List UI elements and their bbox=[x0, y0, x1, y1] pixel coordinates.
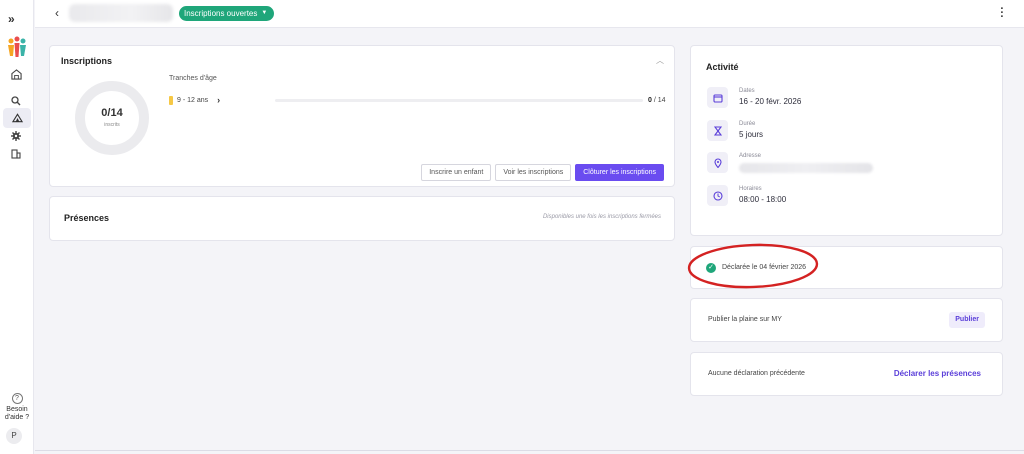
dates-value: 16 - 20 févr. 2026 bbox=[739, 97, 802, 106]
presences-title: Présences bbox=[64, 213, 110, 223]
publish-button[interactable]: Publier bbox=[949, 312, 985, 328]
chevron-right-icon: › bbox=[217, 95, 221, 105]
location-pin-icon bbox=[707, 152, 728, 173]
age-band-ratio: 0 / 14 bbox=[648, 97, 666, 104]
inscriptions-title: Inscriptions bbox=[61, 56, 113, 66]
avatar[interactable]: P bbox=[6, 428, 22, 444]
status-dropdown[interactable]: Inscriptions ouvertes ▼ bbox=[179, 6, 275, 21]
declare-presences-link[interactable]: Déclarer les présences bbox=[894, 369, 981, 378]
duration-value: 5 jours bbox=[739, 130, 764, 139]
top-bar: ‹ Inscriptions ouvertes ▼ · · · bbox=[35, 0, 1024, 28]
age-band-color-tag bbox=[169, 95, 173, 105]
search-icon[interactable] bbox=[8, 93, 24, 109]
address-value-redacted bbox=[739, 163, 873, 173]
help-label-line2: d'aide ? bbox=[4, 414, 30, 421]
back-arrow-icon[interactable]: ‹ bbox=[55, 6, 59, 20]
enrollment-count: 0/14 bbox=[101, 107, 123, 119]
age-band-row[interactable]: 9 - 12 ans › bbox=[169, 95, 220, 105]
status-label: Inscriptions ouvertes bbox=[184, 9, 258, 18]
activity-title: Activité bbox=[706, 62, 739, 72]
page-title-redacted bbox=[69, 4, 173, 22]
help-label-line1: Besoin bbox=[6, 406, 28, 413]
dashboard-icon[interactable] bbox=[8, 66, 24, 82]
view-inscriptions-button[interactable]: Voir les inscriptions bbox=[495, 164, 572, 181]
schedule-value: 08:00 - 18:00 bbox=[739, 195, 787, 204]
publish-card: Publier la plaine sur MY Publier bbox=[690, 298, 1003, 342]
help-link[interactable]: ? Besoin d'aide ? bbox=[0, 393, 34, 422]
publish-text: Publier la plaine sur MY bbox=[708, 316, 782, 323]
inscriptions-actions: Inscrire un enfant Voir les inscriptions… bbox=[421, 164, 664, 181]
address-row: Adresse bbox=[707, 152, 873, 173]
more-options-icon[interactable]: · · · bbox=[1000, 4, 1004, 23]
close-inscriptions-button[interactable]: Clôturer les inscriptions bbox=[575, 164, 664, 181]
activity-card: Activité Dates 16 - 20 févr. 2026 Durée … bbox=[690, 45, 1003, 236]
building-icon[interactable] bbox=[8, 146, 24, 162]
hourglass-icon bbox=[707, 120, 728, 141]
enrollment-ring: 0/14 inscrits bbox=[75, 81, 149, 155]
age-bands-label: Tranches d'âge bbox=[169, 75, 217, 82]
previous-declarations-text: Aucune déclaration précédente bbox=[708, 370, 805, 377]
gear-icon[interactable] bbox=[8, 128, 24, 144]
enrollment-count-label: inscrits bbox=[104, 122, 120, 128]
app-logo bbox=[8, 36, 26, 57]
dates-label: Dates bbox=[739, 88, 755, 94]
sidebar: » ? Besoin d'aide ? P bbox=[0, 0, 34, 454]
age-band-current: 0 bbox=[648, 97, 652, 104]
presences-note: Disponibles une fois les inscriptions fe… bbox=[542, 214, 661, 220]
expand-sidebar-icon[interactable]: » bbox=[8, 12, 15, 26]
duration-label: Durée bbox=[739, 121, 756, 127]
duration-row: Durée 5 jours bbox=[707, 120, 763, 141]
age-band-total: / 14 bbox=[653, 97, 666, 104]
presences-card: Présences Disponibles une fois les inscr… bbox=[49, 196, 675, 241]
schedule-label: Horaires bbox=[739, 186, 762, 192]
help-icon: ? bbox=[11, 393, 23, 404]
calendar-icon bbox=[707, 87, 728, 108]
annotation-circle bbox=[687, 243, 819, 289]
camp-icon[interactable] bbox=[3, 108, 31, 128]
age-band-progress bbox=[275, 99, 643, 102]
age-band-label: 9 - 12 ans bbox=[177, 96, 209, 104]
address-label: Adresse bbox=[739, 153, 762, 159]
chevron-down-icon: ▼ bbox=[261, 10, 268, 16]
clock-icon bbox=[707, 185, 728, 206]
dates-row: Dates 16 - 20 févr. 2026 bbox=[707, 87, 801, 108]
chevron-up-icon[interactable]: ︿ bbox=[656, 55, 664, 66]
previous-declarations-card: Aucune déclaration précédente Déclarer l… bbox=[690, 352, 1003, 396]
enroll-child-button[interactable]: Inscrire un enfant bbox=[421, 164, 492, 181]
bottom-divider bbox=[35, 450, 1024, 451]
inscriptions-card: Inscriptions ︿ 0/14 inscrits Tranches d'… bbox=[49, 45, 675, 187]
schedule-row: Horaires 08:00 - 18:00 bbox=[707, 185, 786, 206]
